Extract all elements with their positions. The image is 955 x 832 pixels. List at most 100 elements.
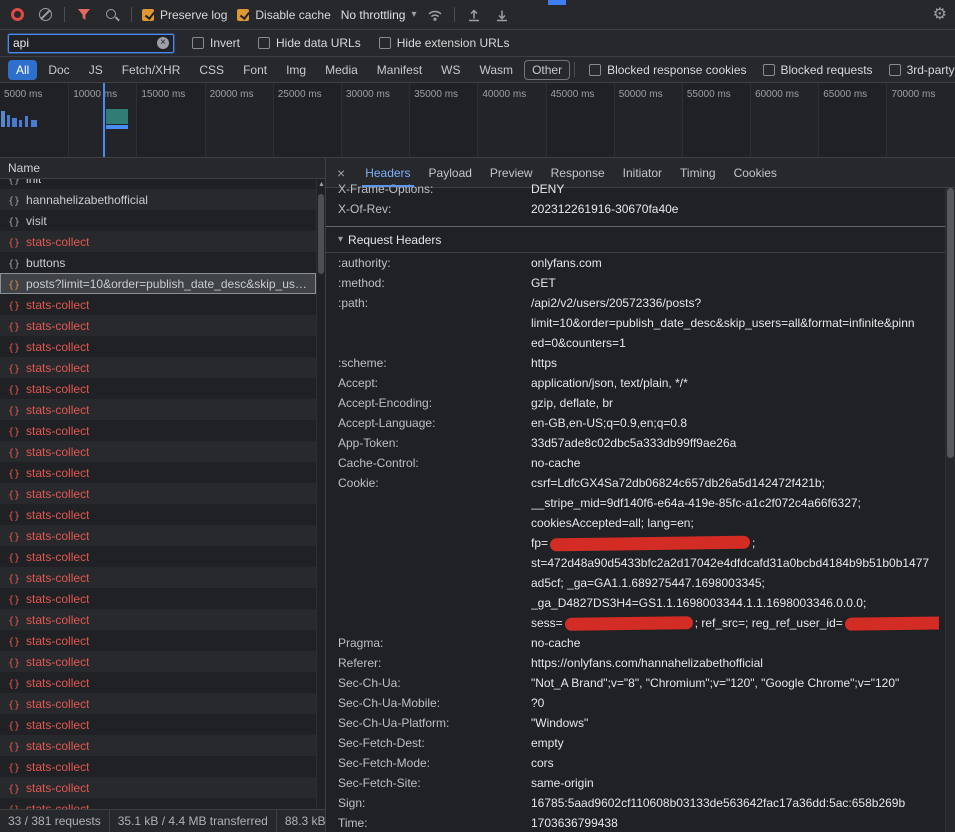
tab-initiator[interactable]: Initiator xyxy=(614,158,671,187)
preserve-log-checkbox[interactable]: Preserve log xyxy=(142,8,227,22)
checkbox-blocked-requests[interactable]: Blocked requests xyxy=(763,63,873,77)
request-row-stats-collect[interactable]: stats-collect xyxy=(0,567,316,588)
json-file-icon xyxy=(8,403,20,417)
scrollbar-thumb[interactable] xyxy=(947,188,954,458)
request-row-hannahelizabethofficial[interactable]: hannahelizabethofficial xyxy=(0,189,316,210)
type-filter-all[interactable]: All xyxy=(8,60,37,80)
request-row-buttons[interactable]: buttons xyxy=(0,252,316,273)
request-row-stats-collect[interactable]: stats-collect xyxy=(0,546,316,567)
timeline-label: 45000 ms xyxy=(551,89,595,100)
type-filter-fetch-xhr[interactable]: Fetch/XHR xyxy=(114,60,189,80)
checkbox-box xyxy=(142,9,154,21)
scrollbar-thumb[interactable] xyxy=(318,194,324,274)
type-filter-doc[interactable]: Doc xyxy=(40,60,77,80)
request-name: stats-collect xyxy=(26,529,89,543)
json-file-icon xyxy=(8,466,20,480)
checkbox-blocked-response-cookies[interactable]: Blocked response cookies xyxy=(589,63,746,77)
request-row-stats-collect[interactable]: stats-collect xyxy=(0,756,316,777)
resources-size: 88.3 kB xyxy=(277,810,325,832)
request-name: init xyxy=(26,179,41,186)
throttling-dropdown[interactable]: No throttling xyxy=(341,8,417,22)
request-row-stats-collect[interactable]: stats-collect xyxy=(0,609,316,630)
toolbar-separator xyxy=(131,7,132,22)
type-filter-js[interactable]: JS xyxy=(81,60,111,80)
tab-timing[interactable]: Timing xyxy=(671,158,725,187)
checkbox-label: Blocked response cookies xyxy=(607,63,746,77)
request-row-stats-collect[interactable]: stats-collect xyxy=(0,483,316,504)
request-row-stats-collect[interactable]: stats-collect xyxy=(0,693,316,714)
request-row-stats-collect[interactable]: stats-collect xyxy=(0,525,316,546)
request-row-stats-collect[interactable]: stats-collect xyxy=(0,504,316,525)
hide-extension-urls-checkbox[interactable]: Hide extension URLs xyxy=(379,36,510,50)
request-row-stats-collect[interactable]: stats-collect xyxy=(0,420,316,441)
record-button[interactable] xyxy=(8,6,26,24)
type-filter-font[interactable]: Font xyxy=(235,60,275,80)
request-row-stats-collect[interactable]: stats-collect xyxy=(0,651,316,672)
tab-payload[interactable]: Payload xyxy=(420,158,481,187)
request-row-stats-collect[interactable]: stats-collect xyxy=(0,378,316,399)
name-column-header[interactable]: Name xyxy=(0,158,325,179)
header-value: 1703636799438 xyxy=(531,813,939,832)
timeline-label: 25000 ms xyxy=(278,89,322,100)
request-name: stats-collect xyxy=(26,676,89,690)
request-row-stats-collect[interactable]: stats-collect xyxy=(0,672,316,693)
request-row-stats-collect[interactable]: stats-collect xyxy=(0,231,316,252)
tab-headers[interactable]: Headers xyxy=(356,158,419,187)
waterfall-overview[interactable]: 5000 ms10000 ms15000 ms20000 ms25000 ms3… xyxy=(0,83,955,158)
import-har-button[interactable] xyxy=(465,6,483,24)
request-row-stats-collect[interactable]: stats-collect xyxy=(0,357,316,378)
filter-input[interactable] xyxy=(13,36,153,50)
checkbox-3rd-party-requests[interactable]: 3rd-party requests xyxy=(889,63,955,77)
clear-filter-icon[interactable] xyxy=(157,37,169,49)
json-file-icon xyxy=(8,592,20,606)
type-filter-media[interactable]: Media xyxy=(317,60,366,80)
tab-response[interactable]: Response xyxy=(542,158,614,187)
request-row-init[interactable]: init xyxy=(0,179,316,189)
request-headers-section-toggle[interactable]: Request Headers xyxy=(326,226,955,253)
header-name: Sec-Fetch-Mode: xyxy=(338,753,531,773)
request-row-stats-collect[interactable]: stats-collect xyxy=(0,462,316,483)
request-row-stats-collect[interactable]: stats-collect xyxy=(0,441,316,462)
request-row-stats-collect[interactable]: stats-collect xyxy=(0,777,316,798)
json-file-icon xyxy=(8,445,20,459)
header-value: onlyfans.com xyxy=(531,253,939,273)
network-conditions-button[interactable] xyxy=(426,6,444,24)
json-file-icon xyxy=(8,529,20,543)
header-row: Time:1703636799438 xyxy=(338,813,939,832)
request-row-stats-collect[interactable]: stats-collect xyxy=(0,336,316,357)
details-scrollbar[interactable] xyxy=(945,188,955,832)
type-filter-wasm[interactable]: Wasm xyxy=(472,60,522,80)
tab-cookies[interactable]: Cookies xyxy=(725,158,786,187)
json-file-icon xyxy=(8,802,20,810)
type-filter-other[interactable]: Other xyxy=(524,60,570,80)
request-list-scrollbar[interactable] xyxy=(316,180,325,809)
request-row-visit[interactable]: visit xyxy=(0,210,316,231)
request-row-stats-collect[interactable]: stats-collect xyxy=(0,399,316,420)
request-row-stats-collect[interactable]: stats-collect xyxy=(0,735,316,756)
settings-button[interactable] xyxy=(933,7,947,23)
request-name: stats-collect xyxy=(26,739,89,753)
request-row-posts-limit-10-order-publish-date-desc-s[interactable]: posts?limit=10&order=publish_date_desc&s… xyxy=(0,273,316,294)
type-filter-manifest[interactable]: Manifest xyxy=(369,60,430,80)
request-row-stats-collect[interactable]: stats-collect xyxy=(0,294,316,315)
export-har-button[interactable] xyxy=(493,6,511,24)
request-row-stats-collect[interactable]: stats-collect xyxy=(0,630,316,651)
checkbox-box xyxy=(763,64,775,76)
hide-data-urls-checkbox[interactable]: Hide data URLs xyxy=(258,36,361,50)
checkbox-label: Blocked requests xyxy=(781,63,873,77)
type-filter-img[interactable]: Img xyxy=(278,60,314,80)
timeline-label: 15000 ms xyxy=(141,89,185,100)
request-name: stats-collect xyxy=(26,613,89,627)
tab-preview[interactable]: Preview xyxy=(481,158,542,187)
clear-log-button[interactable] xyxy=(36,6,54,24)
search-button[interactable] xyxy=(103,6,121,24)
request-row-stats-collect[interactable]: stats-collect xyxy=(0,798,316,809)
request-row-stats-collect[interactable]: stats-collect xyxy=(0,588,316,609)
type-filter-css[interactable]: CSS xyxy=(191,60,232,80)
filter-toggle-button[interactable] xyxy=(75,6,93,24)
disable-cache-checkbox[interactable]: Disable cache xyxy=(237,8,330,22)
request-row-stats-collect[interactable]: stats-collect xyxy=(0,714,316,735)
invert-checkbox[interactable]: Invert xyxy=(192,36,240,50)
request-row-stats-collect[interactable]: stats-collect xyxy=(0,315,316,336)
type-filter-ws[interactable]: WS xyxy=(433,60,468,80)
